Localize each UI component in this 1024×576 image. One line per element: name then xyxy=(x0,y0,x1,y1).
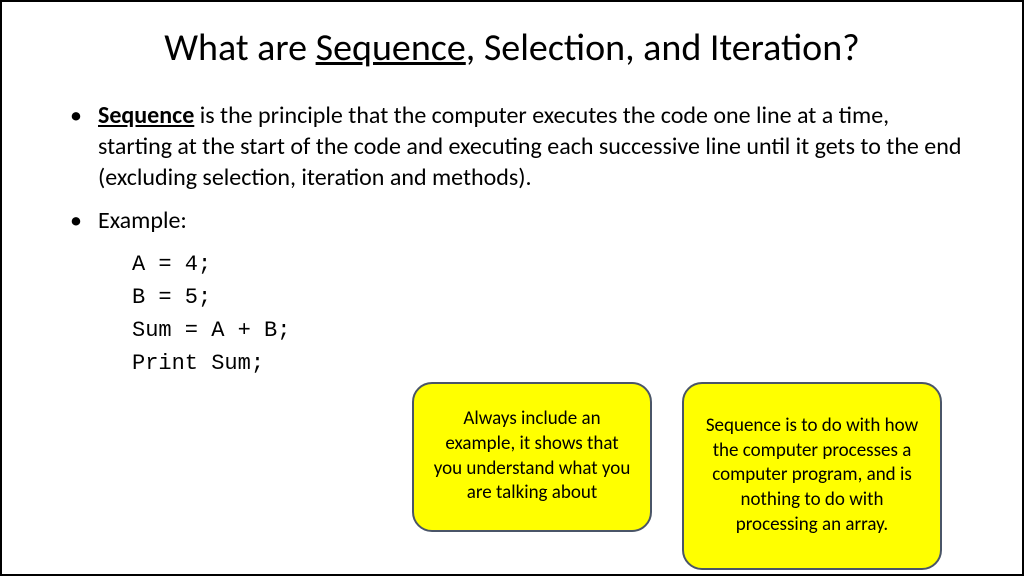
bullet-sequence-definition: Sequence is the principle that the compu… xyxy=(62,100,962,194)
callout-sequence-clarification: Sequence is to do with how the computer … xyxy=(682,382,942,570)
slide-title: What are Sequence, Selection, and Iterat… xyxy=(62,26,962,72)
callout-row: Always include an example, it shows that… xyxy=(412,382,942,570)
title-post: , Selection, and Iteration? xyxy=(466,25,860,71)
title-pre: What are xyxy=(164,25,315,71)
bullet-example-label: Example: xyxy=(62,205,962,236)
title-underlined: Sequence xyxy=(316,25,466,71)
code-line-4: Print Sum; xyxy=(132,347,962,380)
code-line-2: B = 5; xyxy=(132,281,962,314)
term-sequence: Sequence xyxy=(98,101,194,130)
slide-body: Sequence is the principle that the compu… xyxy=(62,100,962,381)
definition-text: is the principle that the computer execu… xyxy=(98,101,961,192)
callout-example-tip: Always include an example, it shows that… xyxy=(412,382,652,532)
callout-1-text: Always include an example, it shows that… xyxy=(430,407,634,506)
bullet-list: Sequence is the principle that the compu… xyxy=(62,100,962,237)
callout-2-text: Sequence is to do with how the computer … xyxy=(700,414,924,537)
code-line-3: Sum = A + B; xyxy=(132,314,962,347)
code-line-1: A = 4; xyxy=(132,248,962,281)
code-example: A = 4; B = 5; Sum = A + B; Print Sum; xyxy=(62,248,962,380)
slide-frame: What are Sequence, Selection, and Iterat… xyxy=(0,0,1024,576)
